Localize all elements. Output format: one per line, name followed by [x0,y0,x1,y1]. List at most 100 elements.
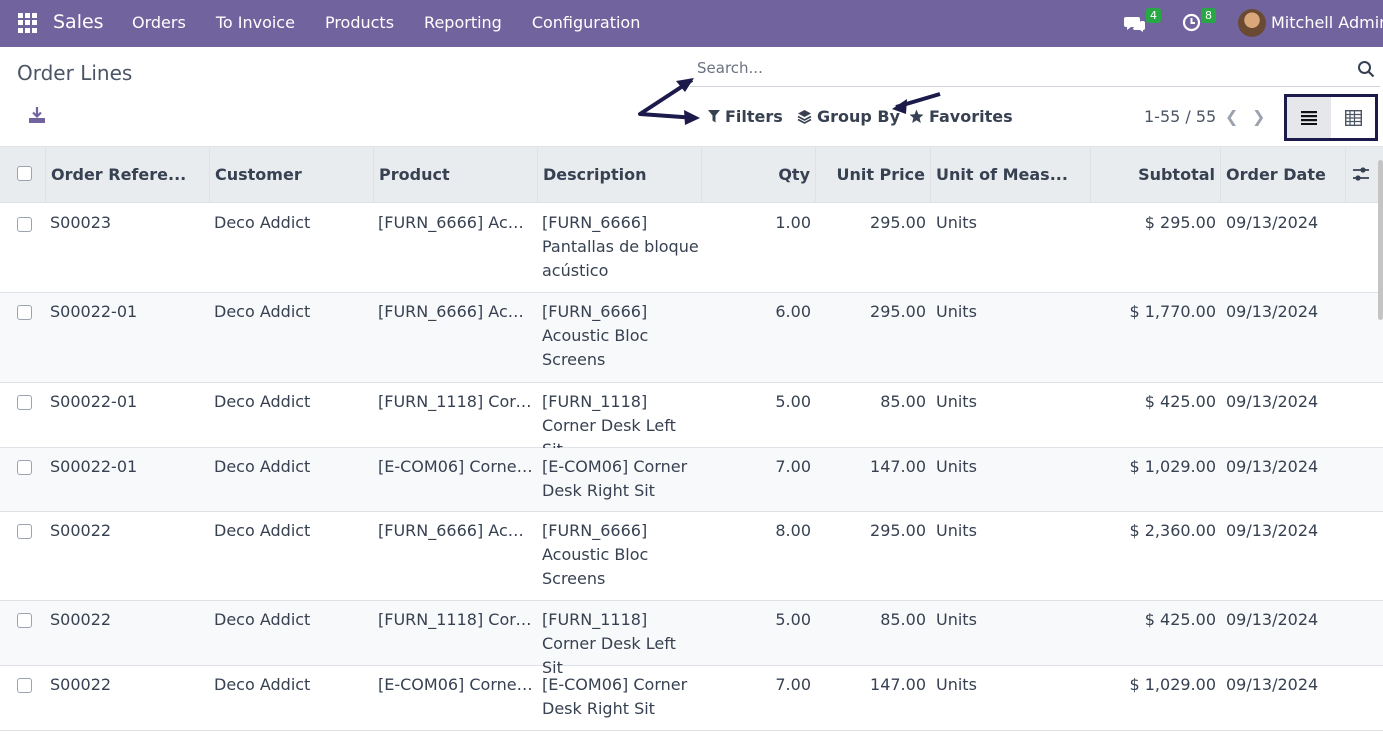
cell-product: [FURN_6666] Acou... [378,302,533,321]
list-view-icon [1301,110,1317,125]
cell-order-reference: S00023 [50,213,112,232]
cell-subtotal: $ 295.00 [1144,213,1216,232]
favorites-button[interactable]: Favorites [909,107,1013,126]
search-bar [690,51,1380,87]
group-by-button[interactable]: Group By [797,107,900,126]
app-brand[interactable]: Sales [53,11,104,33]
row-checkbox[interactable] [17,395,32,410]
cell-subtotal: $ 1,029.00 [1129,457,1216,476]
filters-label: Filters [725,107,783,126]
row-checkbox[interactable] [17,460,32,475]
cell-qty: 5.00 [775,392,811,411]
col-order-reference[interactable]: Order Refere... [46,147,210,202]
filter-icon [708,110,720,123]
list-view-button[interactable] [1287,97,1331,138]
row-checkbox[interactable] [17,613,32,628]
cell-qty: 1.00 [775,213,811,232]
pager-value[interactable]: 1-55 / 55 [1144,107,1216,126]
cell-unit-of-measure: Units [936,213,977,232]
cell-customer: Deco Addict [214,457,311,476]
table-row[interactable]: S00022 Deco Addict [FURN_1118] Corn... [… [0,601,1383,677]
cell-qty: 7.00 [775,675,811,694]
cell-subtotal: $ 1,029.00 [1129,675,1216,694]
col-subtotal[interactable]: Subtotal [1091,147,1221,202]
cell-order-date: 09/13/2024 [1226,521,1319,540]
table-header: Order Refere... Customer Product Descrip… [0,146,1383,203]
row-checkbox[interactable] [17,678,32,693]
menu-item-to-invoice[interactable]: To Invoice [216,13,295,32]
cell-customer: Deco Addict [214,521,311,540]
cell-description: [E-COM06] Corner Desk Right Sit [542,457,688,500]
menu-item-configuration[interactable]: Configuration [532,13,641,32]
download-icon[interactable] [28,106,46,124]
col-product[interactable]: Product [374,147,538,202]
row-checkbox[interactable] [17,524,32,539]
messages-badge: 4 [1146,8,1161,23]
menu-item-reporting[interactable]: Reporting [424,13,502,32]
layers-icon [797,110,812,124]
cell-unit-of-measure: Units [936,521,977,540]
row-checkbox[interactable] [17,217,32,232]
col-description[interactable]: Description [538,147,702,202]
user-name[interactable]: Mitchell Admin [1271,13,1383,32]
cell-order-reference: S00022 [50,521,112,540]
cell-product: [E-COM06] Corner ... [378,457,533,476]
menu-item-products[interactable]: Products [325,13,394,32]
table-row[interactable]: S00022 Deco Addict [FURN_6666] Acou... [… [0,512,1383,601]
pager-next-icon[interactable]: ❯ [1252,107,1265,126]
pager-previous-icon[interactable]: ❮ [1225,107,1238,126]
cell-unit-price: 295.00 [870,521,926,540]
row-checkbox[interactable] [17,305,32,320]
activity-clock-icon[interactable] [1182,13,1201,32]
table-row[interactable]: S00022-01 Deco Addict [FURN_6666] Acou..… [0,293,1383,383]
cell-unit-of-measure: Units [936,392,977,411]
cell-qty: 5.00 [775,610,811,629]
cell-description: [FURN_6666] Pantallas de bloque acústico [542,213,699,280]
cell-qty: 8.00 [775,521,811,540]
col-qty[interactable]: Qty [702,147,816,202]
cell-order-date: 09/13/2024 [1226,302,1319,321]
cell-product: [E-COM06] Corner ... [378,675,533,694]
filters-button[interactable]: Filters [708,107,783,126]
col-unit-price[interactable]: Unit Price [816,147,931,202]
cell-subtotal: $ 2,360.00 [1129,521,1216,540]
cell-order-date: 09/13/2024 [1226,213,1319,232]
pivot-view-button[interactable] [1331,97,1375,138]
search-input[interactable] [690,51,1290,85]
optional-columns-icon[interactable] [1352,166,1370,182]
vertical-scrollbar[interactable] [1378,160,1383,320]
cell-unit-of-measure: Units [936,457,977,476]
cell-order-reference: S00022 [50,675,112,694]
cell-description: [FURN_6666] Acoustic Bloc Screens [542,302,649,369]
messages-icon[interactable] [1124,14,1146,34]
col-order-date[interactable]: Order Date [1221,147,1346,202]
cell-order-date: 09/13/2024 [1226,610,1319,629]
cell-description: [FURN_6666] Acoustic Bloc Screens [542,521,649,588]
menu-item-orders[interactable]: Orders [132,13,186,32]
group-by-label: Group By [817,107,901,126]
cell-unit-price: 147.00 [870,457,926,476]
table-row[interactable]: S00022-01 Deco Addict [E-COM06] Corner .… [0,448,1383,512]
favorites-label: Favorites [929,107,1013,126]
cell-order-reference: S00022-01 [50,302,138,321]
table-row[interactable]: S00023 Deco Addict [FURN_6666] Acou... [… [0,203,1383,293]
search-icon[interactable] [1357,60,1375,78]
cell-description: [E-COM06] Corner Desk Right Sit [542,675,688,718]
table-row[interactable]: S00022-01 Deco Addict [FURN_1118] Corn..… [0,383,1383,459]
col-unit-of-measure[interactable]: Unit of Meas... [931,147,1091,202]
cell-order-reference: S00022-01 [50,457,138,476]
cell-unit-price: 295.00 [870,213,926,232]
user-avatar[interactable] [1238,9,1266,37]
apps-menu-icon[interactable] [18,13,38,33]
table-row[interactable]: S00022 Deco Addict [E-COM06] Corner ... … [0,666,1383,731]
col-customer[interactable]: Customer [210,147,374,202]
cell-product: [FURN_1118] Corn... [378,392,533,411]
cell-qty: 6.00 [775,302,811,321]
cell-subtotal: $ 1,770.00 [1129,302,1216,321]
cell-product: [FURN_6666] Acou... [378,521,533,540]
cell-customer: Deco Addict [214,392,311,411]
cell-unit-price: 295.00 [870,302,926,321]
cell-unit-of-measure: Units [936,675,977,694]
cell-subtotal: $ 425.00 [1144,392,1216,411]
cell-order-reference: S00022-01 [50,392,138,411]
